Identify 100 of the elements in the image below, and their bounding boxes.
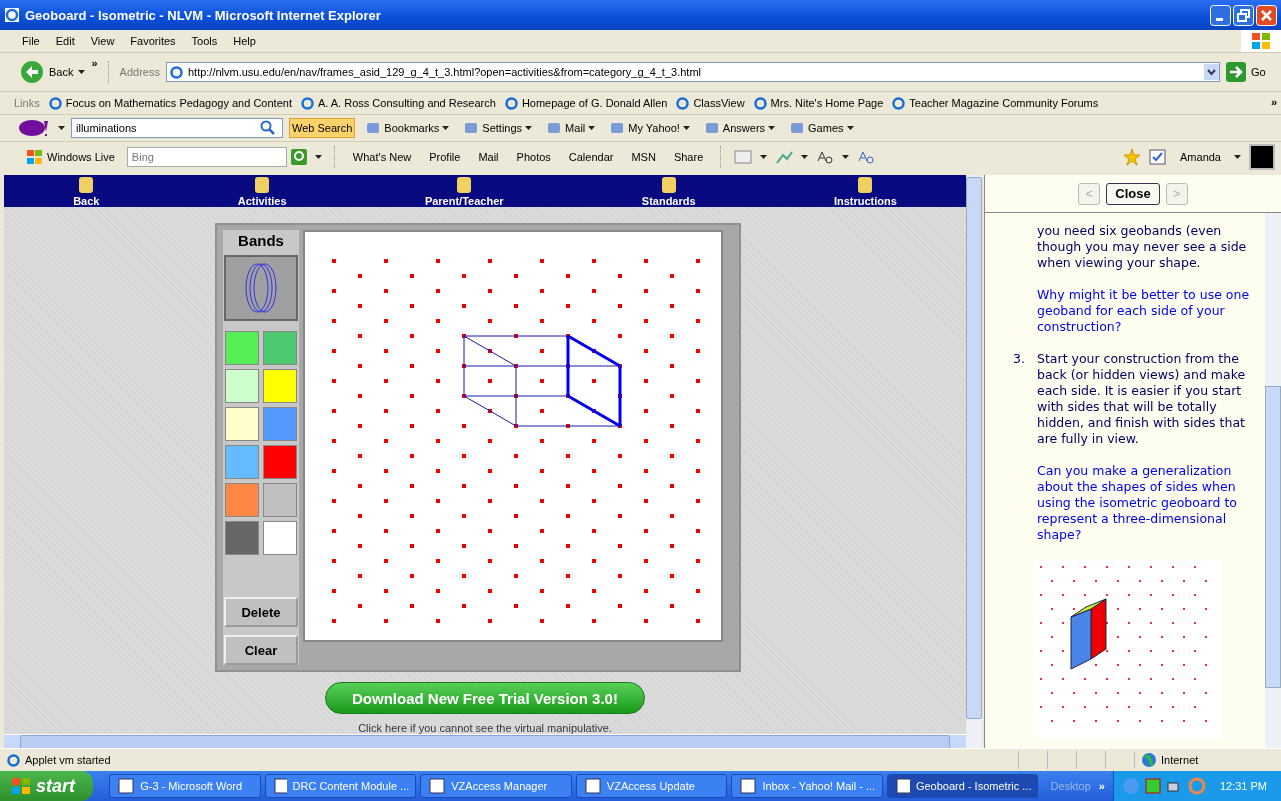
- color-swatch[interactable]: [263, 483, 297, 517]
- toolbar-link[interactable]: Profile: [424, 151, 466, 163]
- color-swatch[interactable]: [225, 331, 259, 365]
- taskbar-button[interactable]: VZAccess Update: [575, 774, 728, 798]
- taskbar-button[interactable]: Inbox - Yahoo! Mail - ...: [731, 774, 883, 798]
- toolbar-item-icon[interactable]: [703, 120, 720, 136]
- toolbar-link[interactable]: Photos: [511, 151, 556, 163]
- toolbar-item-icon[interactable]: [789, 120, 806, 136]
- toolbar-link[interactable]: Share: [668, 151, 709, 163]
- windows-live-button[interactable]: Windows Live: [47, 151, 115, 163]
- close-panel-button[interactable]: Close: [1106, 182, 1160, 205]
- menu-item[interactable]: Edit: [47, 35, 83, 47]
- taskbar-button[interactable]: G-3 - Microsoft Word: [109, 774, 261, 798]
- toolbar-overflow-chevron[interactable]: »: [91, 57, 98, 69]
- toolbar-link[interactable]: MSN: [626, 151, 661, 163]
- favorite-link[interactable]: Focus on Mathematics Pedagogy and Content: [65, 97, 292, 109]
- app-icon[interactable]: [118, 778, 135, 794]
- minimize-button[interactable]: [1210, 4, 1231, 26]
- toolbar-menu-button[interactable]: Bookmarks: [384, 122, 440, 134]
- app-icon[interactable]: [895, 778, 910, 794]
- geoboard-button[interactable]: Delete: [224, 597, 298, 627]
- nav-button[interactable]: Parent/Teacher: [424, 195, 504, 207]
- links-overflow-chevron[interactable]: »: [1270, 96, 1277, 108]
- dropdown-caret-icon[interactable]: [78, 70, 86, 74]
- color-swatch[interactable]: [263, 521, 297, 555]
- dropdown-caret-icon[interactable]: [682, 126, 690, 130]
- dropdown-caret-icon[interactable]: [588, 126, 596, 130]
- color-swatch[interactable]: [225, 521, 259, 555]
- geoboard-button[interactable]: Clear: [224, 635, 298, 665]
- go-arrow-icon[interactable]: [1225, 62, 1246, 82]
- taskbar-button[interactable]: Geoboard - Isometric ...: [886, 774, 1039, 798]
- dropdown-caret-icon[interactable]: [801, 155, 809, 159]
- help-link[interactable]: Click here if you cannot see the virtual manipulative.: [358, 722, 612, 734]
- color-swatch[interactable]: [263, 407, 297, 441]
- app-icon[interactable]: [273, 778, 287, 794]
- translate-icon[interactable]: [857, 149, 876, 165]
- app-icon[interactable]: [584, 778, 601, 794]
- go-button[interactable]: Go: [1225, 62, 1266, 82]
- toolbar-tool-icon[interactable]: [775, 149, 794, 165]
- isometric-geoboard[interactable]: [303, 230, 723, 642]
- app-icon[interactable]: [740, 778, 757, 794]
- tray-icon[interactable]: [1143, 777, 1162, 795]
- toolbar-item-icon[interactable]: [365, 120, 382, 136]
- taskbar-overflow-chevron[interactable]: »: [1098, 780, 1105, 792]
- toolbar-menu-button[interactable]: Mail: [565, 122, 586, 134]
- translate-icon[interactable]: [816, 149, 835, 165]
- toolbar-item-icon[interactable]: [463, 120, 480, 136]
- menu-item[interactable]: Tools: [183, 35, 226, 47]
- favorite-link[interactable]: Mrs. Nite's Home Page: [770, 97, 884, 109]
- favorite-link[interactable]: ClassView: [693, 97, 745, 109]
- favorite-link[interactable]: Homepage of G. Donald Allen: [521, 97, 668, 109]
- color-swatch[interactable]: [263, 331, 297, 365]
- search-field[interactable]: illuminations: [71, 118, 283, 138]
- color-swatch[interactable]: [225, 483, 259, 517]
- toolbar-item-icon[interactable]: [609, 120, 626, 136]
- menu-item[interactable]: View: [82, 35, 123, 47]
- dropdown-caret-icon[interactable]: [842, 155, 850, 159]
- search-icon[interactable]: [260, 120, 276, 136]
- checkbox-icon[interactable]: [1149, 149, 1167, 165]
- color-swatch[interactable]: [263, 369, 297, 403]
- restore-button[interactable]: [1233, 4, 1254, 26]
- search-icon[interactable]: [290, 149, 307, 165]
- dropdown-caret-icon[interactable]: [1234, 155, 1241, 159]
- dropdown-caret-icon[interactable]: [442, 126, 450, 130]
- app-icon[interactable]: [429, 778, 446, 794]
- toolbar-menu-button[interactable]: Answers: [722, 122, 766, 134]
- toolbar-item-icon[interactable]: [546, 120, 563, 136]
- favorites-star-icon[interactable]: [1123, 148, 1141, 166]
- dropdown-caret-icon[interactable]: [846, 126, 854, 130]
- nav-button[interactable]: Back: [73, 195, 100, 207]
- toolbar-link[interactable]: What's New: [347, 151, 417, 163]
- bing-search-field[interactable]: Bing: [126, 147, 287, 167]
- nav-button[interactable]: Instructions: [833, 195, 897, 207]
- address-field[interactable]: http://nlvm.usu.edu/en/nav/frames_asid_129_g_4_t_3.html?open=activities&from=category_g_4_t_3.html: [165, 62, 1220, 82]
- toolbar-menu-button[interactable]: Settings: [482, 122, 523, 134]
- dropdown-caret-icon[interactable]: [525, 126, 533, 130]
- toolbar-menu-button[interactable]: Games: [808, 122, 844, 134]
- toolbar-menu-button[interactable]: My Yahoo!: [628, 122, 680, 134]
- nav-button[interactable]: Activities: [237, 195, 287, 207]
- toolbar-link[interactable]: Mail: [473, 151, 504, 163]
- dropdown-caret-icon[interactable]: [314, 155, 322, 159]
- color-swatch[interactable]: [225, 407, 259, 441]
- favorite-link[interactable]: A. A. Ross Consulting and Research: [317, 97, 496, 109]
- color-swatch[interactable]: [225, 369, 259, 403]
- menu-item[interactable]: File: [14, 35, 48, 47]
- nav-button[interactable]: Standards: [641, 195, 696, 207]
- taskbar-button[interactable]: VZAccess Manager: [420, 774, 572, 798]
- user-menu[interactable]: Amanda: [1175, 151, 1226, 163]
- band-selector[interactable]: [224, 255, 298, 321]
- taskbar-button[interactable]: DRC Content Module ...: [264, 774, 417, 798]
- rectangular-prism-drawing[interactable]: [463, 334, 622, 428]
- back-button[interactable]: Back: [20, 60, 86, 84]
- vertical-scrollbar[interactable]: [1265, 213, 1281, 748]
- web-search-button[interactable]: Web Search: [289, 118, 356, 138]
- menu-item[interactable]: Help: [225, 35, 264, 47]
- vertical-scrollbar[interactable]: [966, 175, 982, 748]
- dropdown-caret-icon[interactable]: [760, 155, 768, 159]
- menu-item[interactable]: Favorites: [122, 35, 184, 47]
- color-swatch[interactable]: [263, 445, 297, 479]
- color-swatch[interactable]: [225, 445, 259, 479]
